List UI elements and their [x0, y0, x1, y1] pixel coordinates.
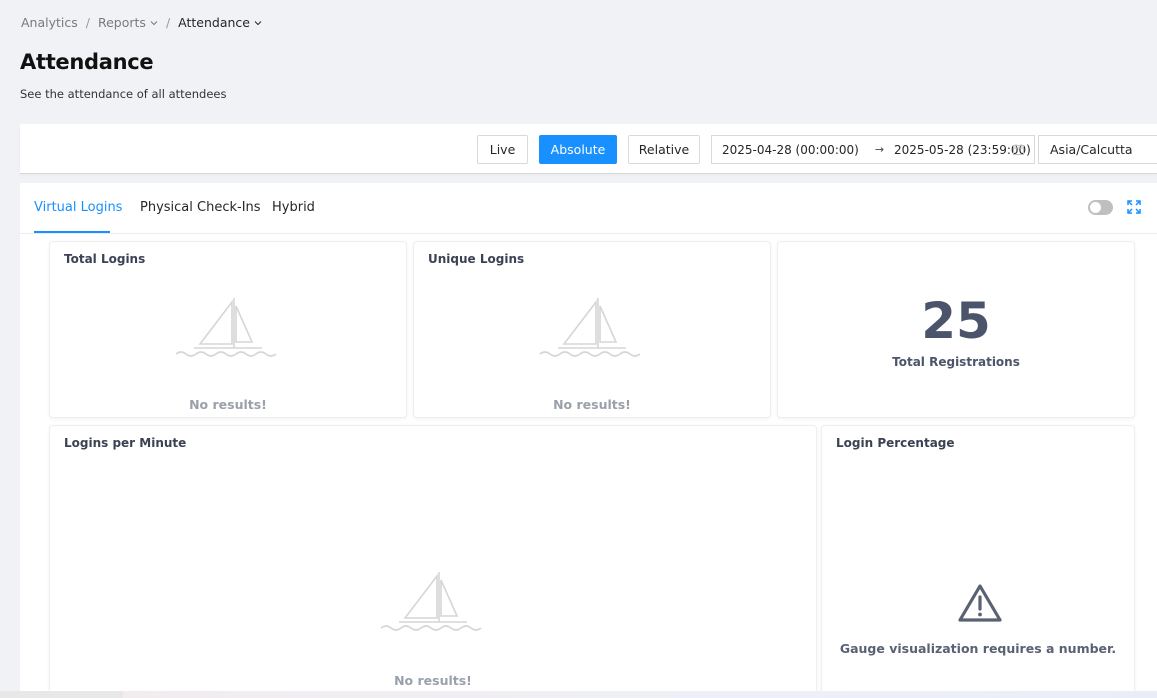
- sailboat-icon: [175, 298, 277, 357]
- range-start[interactable]: 2025-04-28 (00:00:00): [722, 143, 859, 157]
- registrations-label: Total Registrations: [892, 355, 1020, 369]
- view-toggle[interactable]: [1088, 200, 1113, 215]
- no-results-text: No results!: [189, 397, 267, 412]
- tab-hybrid[interactable]: Hybrid: [272, 200, 315, 215]
- breadcrumb: Analytics / Reports / Attendance: [21, 15, 262, 30]
- warning-triangle-icon: [958, 584, 1002, 622]
- tab-virtual-logins[interactable]: Virtual Logins: [34, 200, 122, 215]
- no-results-text: No results!: [394, 673, 472, 688]
- tab-physical-check-ins[interactable]: Physical Check-Ins: [140, 200, 261, 215]
- breadcrumb-analytics[interactable]: Analytics: [21, 15, 78, 30]
- sailboat-icon: [380, 572, 482, 631]
- timezone-select[interactable]: Asia/Calcutta: [1038, 135, 1157, 164]
- page-subtitle: See the attendance of all attendees: [20, 87, 227, 101]
- card-title: Total Logins: [64, 252, 146, 266]
- login-percentage-card: Login Percentage Gauge visualization req…: [821, 425, 1135, 698]
- arrow-right-icon: →: [874, 143, 885, 156]
- absolute-button[interactable]: Absolute: [539, 135, 617, 164]
- range-end[interactable]: 2025-05-28 (23:59:00): [894, 143, 1031, 157]
- chevron-down-icon: [254, 20, 262, 25]
- registrations-value: 25: [921, 292, 991, 350]
- relative-button[interactable]: Relative: [628, 135, 700, 164]
- timezone-value: Asia/Calcutta: [1050, 142, 1133, 157]
- breadcrumb-attendance[interactable]: Attendance: [178, 15, 262, 30]
- logins-per-minute-card: Logins per Minute No results!: [49, 425, 817, 698]
- bottom-strip: [0, 691, 1157, 698]
- card-title: Login Percentage: [836, 436, 955, 450]
- live-button[interactable]: Live: [477, 135, 528, 164]
- page-title: Attendance: [20, 50, 154, 74]
- no-results-text: No results!: [553, 397, 631, 412]
- breadcrumb-reports[interactable]: Reports: [98, 15, 158, 30]
- breadcrumb-separator: /: [165, 15, 171, 30]
- chevron-down-icon: [150, 20, 158, 25]
- unique-logins-card: Unique Logins No results!: [413, 241, 771, 418]
- sailboat-icon: [539, 298, 641, 357]
- gauge-message: Gauge visualization requires a number.: [839, 641, 1117, 656]
- card-title: Unique Logins: [428, 252, 525, 266]
- expand-icon[interactable]: [1127, 200, 1141, 214]
- date-range-toolbar: Live Absolute Relative 2025-04-28 (00:00…: [20, 124, 1157, 174]
- tab-bar: Virtual Logins Physical Check-Ins Hybrid: [20, 183, 1157, 234]
- breadcrumb-separator: /: [85, 15, 90, 30]
- total-registrations-card: 25 Total Registrations: [777, 241, 1135, 418]
- card-title: Logins per Minute: [64, 436, 187, 450]
- active-tab-indicator: [34, 231, 110, 233]
- date-range-picker[interactable]: 2025-04-28 (00:00:00) → 2025-05-28 (23:5…: [711, 135, 1035, 164]
- total-logins-card: Total Logins No results!: [49, 241, 407, 418]
- calendar-icon: [1013, 144, 1024, 155]
